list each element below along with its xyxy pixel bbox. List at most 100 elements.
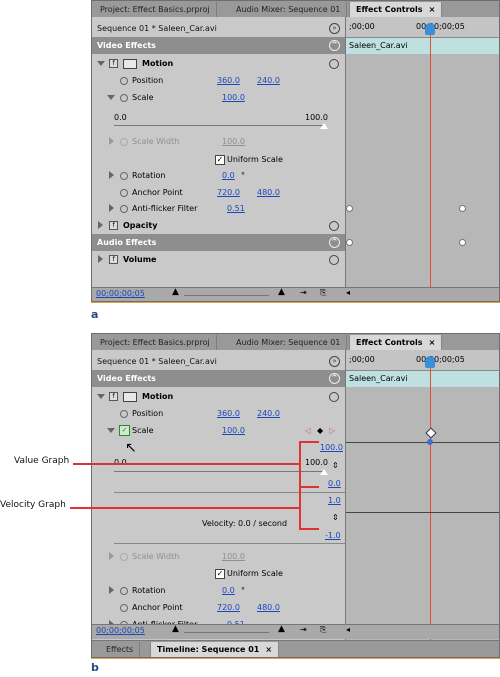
close-icon[interactable]: × xyxy=(265,645,272,654)
motion-row[interactable]: f Motion xyxy=(92,55,345,72)
velocity-graph-max: 1.0 xyxy=(328,496,341,505)
position-y-value[interactable]: 240.0 xyxy=(257,405,280,422)
position-x-value[interactable]: 360.0 xyxy=(217,405,240,422)
motion-row[interactable]: f Motion xyxy=(92,388,345,405)
time-ruler[interactable]: ;00;00 00;00;00;05 xyxy=(346,17,499,38)
rotation-value[interactable]: 0.0 xyxy=(222,167,235,184)
fx-toggle-icon[interactable]: f xyxy=(109,221,118,230)
expand-icon[interactable] xyxy=(98,255,103,263)
value-graph-bracket xyxy=(299,441,301,488)
expand-icon[interactable] xyxy=(109,137,114,145)
fx-toggle-icon[interactable]: f xyxy=(109,255,118,264)
effects-list: Sequence 01 * Saleen_Car.avi » Video Eff… xyxy=(92,350,345,657)
playhead-icon[interactable] xyxy=(425,23,435,35)
clip-bar[interactable]: Saleen_Car.avi xyxy=(346,38,499,54)
time-ruler[interactable]: ;00;00 00;00;00;05 xyxy=(346,350,499,371)
rotation-value[interactable]: 0.0 xyxy=(222,582,235,599)
volume-row[interactable]: f Volume xyxy=(92,251,345,268)
stopwatch-icon[interactable] xyxy=(120,172,128,180)
zoom-in-icon[interactable]: ▲ xyxy=(278,287,285,297)
clip-bar[interactable]: Saleen_Car.avi xyxy=(346,371,499,387)
scale-value[interactable]: 100.0 xyxy=(222,422,245,439)
stopwatch-active-icon[interactable]: ✓ xyxy=(119,425,130,436)
anchor-y-value[interactable]: 480.0 xyxy=(257,599,280,616)
zoom-out-icon[interactable]: ▲ xyxy=(172,287,179,297)
scroll-left-icon[interactable]: ◂ xyxy=(346,625,350,634)
reset-icon[interactable] xyxy=(329,59,339,69)
panel-divider xyxy=(91,658,500,659)
expand-icon[interactable] xyxy=(97,394,105,399)
stopwatch-icon[interactable] xyxy=(120,604,128,612)
stopwatch-icon[interactable] xyxy=(120,205,128,213)
anchor-x-value[interactable]: 720.0 xyxy=(217,184,240,201)
anti-flicker-row: Anti-flicker Filter 0.51 xyxy=(92,200,345,217)
position-x-value[interactable]: 360.0 xyxy=(217,72,240,89)
expand-icon[interactable] xyxy=(97,61,105,66)
expand-icon[interactable] xyxy=(109,171,114,179)
add-keyframe-icon[interactable]: ◆ xyxy=(317,422,323,439)
zoom-slider[interactable] xyxy=(184,632,269,633)
tab-audio-mixer[interactable]: Audio Mixer: Sequence 01 xyxy=(230,2,348,17)
opacity-row[interactable]: f Opacity xyxy=(92,217,345,234)
keyframe-marker[interactable] xyxy=(425,427,437,439)
scale-slider-track[interactable] xyxy=(114,125,324,126)
graph-point[interactable] xyxy=(427,439,433,445)
current-time[interactable]: 00;00;00;05 xyxy=(96,626,145,635)
tab-effect-controls[interactable]: Effect Controls × xyxy=(349,335,443,350)
tab-effects[interactable]: Effects xyxy=(100,642,141,657)
anchor-x-value[interactable]: 720.0 xyxy=(217,599,240,616)
stopwatch-icon[interactable] xyxy=(120,94,128,102)
position-y-value[interactable]: 240.0 xyxy=(257,72,280,89)
scroll-left-icon[interactable]: ◂ xyxy=(346,288,350,297)
expand-icon[interactable] xyxy=(109,586,114,594)
anti-flicker-value[interactable]: 0.51 xyxy=(227,200,245,217)
stopwatch-icon[interactable] xyxy=(120,410,128,418)
tab-effect-controls[interactable]: Effect Controls × xyxy=(349,2,443,17)
scale-slider-track[interactable] xyxy=(114,471,324,472)
expand-icon[interactable] xyxy=(98,221,103,229)
expand-icon[interactable] xyxy=(109,204,114,212)
collapse-icon[interactable]: ^ xyxy=(329,237,340,248)
stopwatch-icon[interactable] xyxy=(120,587,128,595)
scale-row: Scale 100.0 xyxy=(92,89,345,106)
collapse-icon[interactable]: ^ xyxy=(329,40,340,51)
reset-icon[interactable] xyxy=(329,255,339,265)
zoom-in-icon[interactable]: ▲ xyxy=(278,624,285,634)
close-icon[interactable]: × xyxy=(429,338,436,347)
playhead-icon[interactable] xyxy=(425,356,435,368)
position-row: Position 360.0 240.0 xyxy=(92,405,345,422)
loop-icon[interactable]: ⇥ xyxy=(300,288,307,297)
zoom-slider[interactable] xyxy=(184,295,269,296)
scale-slider-thumb[interactable] xyxy=(320,469,328,475)
export-icon[interactable]: ⎘ xyxy=(320,288,326,298)
export-icon[interactable]: ⎘ xyxy=(320,625,326,635)
loop-icon[interactable]: ⇥ xyxy=(300,625,307,634)
fx-toggle-icon[interactable]: f xyxy=(109,59,118,68)
scale-slider-thumb[interactable] xyxy=(320,123,328,129)
next-keyframe-icon[interactable]: ▷ xyxy=(329,422,335,439)
prev-keyframe-icon[interactable]: ◁ xyxy=(305,422,311,439)
tab-project[interactable]: Project: Effect Basics.prproj xyxy=(94,335,217,350)
reset-icon[interactable] xyxy=(329,392,339,402)
scroll-right-icon[interactable]: » xyxy=(329,356,340,367)
anchor-y-value[interactable]: 480.0 xyxy=(257,184,280,201)
stopwatch-icon[interactable] xyxy=(120,189,128,197)
tab-project[interactable]: Project: Effect Basics.prproj xyxy=(94,2,217,17)
stopwatch-icon[interactable] xyxy=(120,77,128,85)
expand-icon[interactable] xyxy=(107,95,115,100)
expand-icon[interactable] xyxy=(107,428,115,433)
tab-timeline[interactable]: Timeline: Sequence 01 × xyxy=(150,642,280,657)
reset-icon[interactable] xyxy=(329,221,339,231)
collapse-icon[interactable]: ^ xyxy=(329,373,340,384)
zoom-out-icon[interactable]: ▲ xyxy=(172,624,179,634)
fx-toggle-icon[interactable]: f xyxy=(109,392,118,401)
expand-icon[interactable] xyxy=(109,552,114,560)
current-time[interactable]: 00;00;00;05 xyxy=(96,289,145,298)
close-icon[interactable]: × xyxy=(429,5,436,14)
tab-audio-mixer[interactable]: Audio Mixer: Sequence 01 xyxy=(230,335,348,350)
sequence-header: Sequence 01 * Saleen_Car.avi » xyxy=(92,353,345,370)
scroll-right-icon[interactable]: » xyxy=(329,23,340,34)
uniform-scale-checkbox[interactable]: ✓ xyxy=(215,155,225,165)
scale-value[interactable]: 100.0 xyxy=(222,89,245,106)
uniform-scale-checkbox[interactable]: ✓ xyxy=(215,569,225,579)
